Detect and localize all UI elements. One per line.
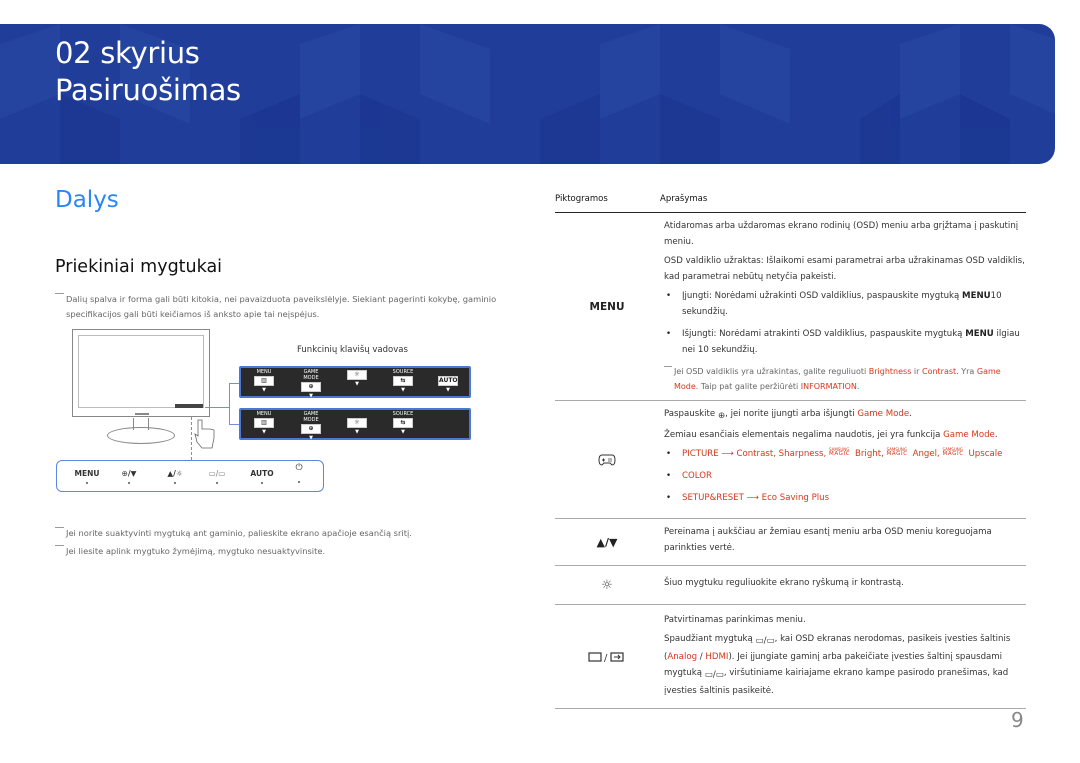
table-row-menu: MENU Atidaromas arba uždaromas ekrano ro…: [555, 213, 1026, 401]
note-dash-icon: [55, 293, 64, 294]
list-item: PICTURE ⟶ Contrast, Sharpness, SAMSUNGMA…: [664, 446, 1026, 462]
samsung-magic-logo: SAMSUNG MAGIC: [829, 447, 851, 457]
front-button-menu[interactable]: MENU: [67, 469, 107, 484]
front-button-up-brightness[interactable]: ▲/☼: [155, 469, 195, 484]
connector-line: [229, 383, 230, 424]
arrow-down-icon: ▼: [262, 429, 266, 435]
menu-grid-icon: ▥: [254, 418, 274, 428]
connector-dashed-line: [191, 417, 192, 460]
front-button-source[interactable]: ▭/▭: [197, 469, 237, 484]
note-dash-icon: [664, 366, 672, 367]
source-icon: ⇆: [393, 418, 413, 428]
section-title: Dalys: [55, 187, 119, 213]
fk-game-mode: GAME MODE ⊕ ▼: [297, 369, 325, 400]
fk-menu: MENU ▥ ▼: [250, 369, 278, 394]
arrow-down-icon: ▼: [262, 387, 266, 393]
arrow-down-icon: ▼: [309, 435, 313, 441]
arrow-down-icon: ▼: [309, 393, 313, 399]
page-number: 9: [1011, 708, 1024, 732]
menu-grid-icon: ▥: [254, 376, 274, 386]
front-button-auto[interactable]: AUTO: [242, 469, 282, 484]
monitor-screen: [78, 335, 204, 408]
monitor-key-strip: [175, 404, 203, 408]
svg-text:/: /: [604, 653, 608, 664]
fk-source: SOURCE ⇆ ▼: [389, 411, 417, 436]
table-header: Piktogramos Aprašymas: [555, 192, 1026, 213]
table-row-game-mode: Paspauskite ⊕, jei norite įjungti arba i…: [555, 401, 1026, 519]
menu-label-icon: MENU: [589, 300, 625, 313]
power-icon: ⏻: [295, 463, 303, 473]
note-parts-appearance: Dalių spalva ir forma gali būti kitokia,…: [55, 292, 515, 322]
arrow-down-icon: ▼: [401, 429, 405, 435]
header-description: Aprašymas: [660, 194, 708, 204]
source-icon: ▭/▭: [208, 469, 226, 478]
fk-menu: MENU ▥ ▼: [250, 411, 278, 436]
fk-brightness: ☼ ▼: [343, 411, 371, 436]
list-item: Įjungti: Norėdami užrakinti OSD valdikli…: [664, 288, 1026, 320]
fk-auto: AUTO ▼: [434, 369, 462, 394]
monitor-illustration: [72, 329, 210, 417]
source-icon: /: [588, 651, 624, 664]
source-icon: ▭/▭: [755, 636, 775, 646]
note-touch-around: Jei liesite aplink mygtuko žymėjimą, myg…: [55, 544, 515, 559]
monitor-stand-base: [107, 427, 175, 444]
note-dash-icon: [55, 545, 64, 546]
function-key-guide-label: Funkcinių klavišų vadovas: [297, 345, 408, 355]
samsung-magic-logo: SAMSUNG MAGIC: [942, 447, 964, 457]
list-item: COLOR: [664, 468, 1026, 484]
function-key-panel-2: MENU ▥ ▼ GAME MODE ⊕ ▼ ☼ ▼ SOURCE ⇆ ▼: [239, 408, 471, 442]
monitor-logo: [135, 413, 149, 415]
gamepad-icon: ⊕: [301, 424, 321, 434]
list-item: SETUP&RESET ⟶ Eco Saving Plus: [664, 490, 1026, 506]
gamepad-icon: ⊕: [301, 382, 321, 392]
samsung-magic-logo: SAMSUNG MAGIC: [886, 447, 908, 457]
front-button-strip: MENU ⊕/▼ ▲/☼ ▭/▭ AUTO ⏻: [56, 460, 324, 492]
front-button-game-down[interactable]: ⊕/▼: [109, 469, 149, 484]
table-row-up-down: ▲/▼ Pereinama į aukščiau ar žemiau esant…: [555, 519, 1026, 566]
list-item: Išjungti: Norėdami atrakinti OSD valdikl…: [664, 326, 1026, 358]
front-button-power[interactable]: ⏻: [279, 463, 319, 483]
buttons-table: Piktogramos Aprašymas MENU Atidaromas ar…: [555, 192, 1026, 709]
up-down-arrows-icon: ▲/▼: [596, 535, 618, 549]
gamepad-icon: [598, 454, 616, 466]
arrow-down-icon: ▼: [355, 429, 359, 435]
chapter-title: Pasiruošimas: [55, 73, 241, 107]
hand-touch-icon: [194, 419, 215, 449]
auto-icon: AUTO: [438, 376, 458, 386]
source-icon: ⇆: [393, 376, 413, 386]
note-dash-icon: [55, 527, 64, 528]
arrow-down-icon: ▼: [401, 387, 405, 393]
fk-brightness: ☼ ▼: [343, 369, 371, 388]
function-key-panel-1: MENU ▥ ▼ GAME MODE ⊕ ▼ ☼ ▼ SOURCE ⇆ ▼ AUTO ▼: [239, 366, 471, 400]
chapter-banner: 02 skyrius Pasiruošimas: [0, 24, 1055, 164]
source-icon: ▭/▭: [704, 670, 724, 680]
brightness-icon: ☼: [347, 418, 367, 428]
chapter-number: 02 skyrius: [55, 36, 200, 70]
note-activate-button: Jei norite suaktyvinti mygtuką ant gamin…: [55, 526, 515, 541]
table-row-source: / Patvirtinamas parinkimas meniu. Spaudž…: [555, 605, 1026, 709]
connector-line: [205, 407, 230, 408]
subsection-title: Priekiniai mygtukai: [55, 257, 223, 277]
brightness-icon: ☼: [347, 370, 367, 380]
brightness-icon: ☼: [601, 577, 613, 593]
header-icons: Piktogramos: [555, 194, 608, 204]
arrow-down-icon: ▼: [355, 381, 359, 387]
osd-lock-note: Jei OSD valdiklis yra užrakintas, galite…: [664, 364, 1026, 394]
brightness-icon: ☼: [175, 469, 183, 478]
arrow-down-icon: ▼: [446, 387, 450, 393]
table-row-brightness: ☼ Šiuo mygtuku reguliuokite ekrano ryšku…: [555, 566, 1026, 605]
fk-game-mode: GAME MODE ⊕ ▼: [297, 411, 325, 442]
fk-source: SOURCE ⇆ ▼: [389, 369, 417, 394]
